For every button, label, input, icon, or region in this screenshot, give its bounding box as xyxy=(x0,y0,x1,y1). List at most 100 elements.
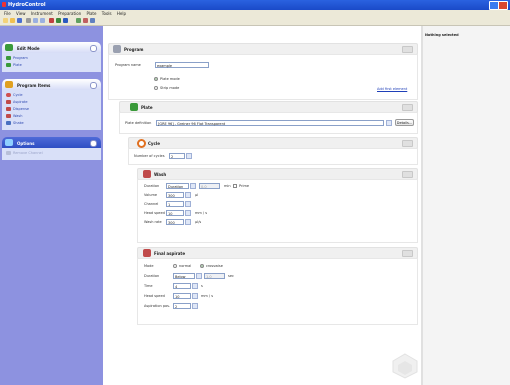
open-folder-icon[interactable] xyxy=(10,18,15,23)
window-title: HydroControl xyxy=(8,2,46,8)
cycle-header-title: Cycle xyxy=(148,141,160,146)
menu-tools[interactable]: Tools xyxy=(102,11,112,16)
sidebar-item-label: Wash xyxy=(13,114,23,118)
paste-icon[interactable] xyxy=(40,18,45,23)
play-icon[interactable] xyxy=(56,18,61,23)
menu-view[interactable]: View xyxy=(16,11,26,16)
menu-preparation[interactable]: Preparation xyxy=(58,11,81,16)
wash-duration-unit: min xyxy=(224,184,231,188)
panel-program-items-header[interactable]: Program Items xyxy=(2,79,101,90)
sidebar-item-wash[interactable]: Wash xyxy=(2,113,101,120)
wash-volume-spinner-icon[interactable] xyxy=(185,192,191,198)
final-duration-select[interactable]: Below xyxy=(173,273,195,279)
wash-volume-input[interactable]: 300 xyxy=(166,192,184,198)
final-aspiration-pos-select[interactable]: 2 xyxy=(173,303,191,309)
undo-icon[interactable] xyxy=(76,18,81,23)
sidebar-item-dispense[interactable]: Dispense xyxy=(2,106,101,113)
cycle-body: Number of cycles 2 xyxy=(128,148,418,165)
final-time-spinner-icon[interactable] xyxy=(192,283,198,289)
sidebar-item-aspirate[interactable]: Aspirate xyxy=(2,99,101,106)
wash-channel-dropdown-icon[interactable] xyxy=(185,201,191,207)
final-time-label: Time xyxy=(144,284,153,288)
strip-mode-radio[interactable] xyxy=(154,86,158,90)
start-icon[interactable] xyxy=(63,18,68,23)
plate-body: Plate definition [GRE 96] - Greiner 96 F… xyxy=(119,112,418,134)
sidebar-item-label: Aspirate xyxy=(13,100,28,104)
final-headspeed-input[interactable]: 10 xyxy=(173,293,191,299)
sidebar-item-label: Shake xyxy=(13,121,24,125)
wash-washrate-input[interactable]: 300 xyxy=(166,219,184,225)
watermark-logo-icon xyxy=(392,353,418,379)
wash-headspeed-input[interactable]: 10 xyxy=(166,210,184,216)
sidebar-item-plate[interactable]: Plate xyxy=(2,62,101,69)
wash-headspeed-spinner-icon[interactable] xyxy=(185,210,191,216)
final-aspirate-collapse-button[interactable] xyxy=(402,250,413,257)
final-duration-num[interactable]: 1.0 xyxy=(204,273,225,279)
cut-icon[interactable] xyxy=(26,18,31,23)
wash-duration-select[interactable]: Duration xyxy=(166,183,189,189)
final-mode-crosswise-radio[interactable] xyxy=(200,264,204,268)
maximize-window-button[interactable] xyxy=(489,1,499,10)
final-headspeed-unit: mm / s xyxy=(201,294,214,298)
sidebar: Edit Mode Program Plate Program Items Cy… xyxy=(0,26,103,385)
menu-instrument[interactable]: Instrument xyxy=(31,11,53,16)
panel-edit-mode-body: Program Plate xyxy=(2,53,101,72)
tool-icon[interactable] xyxy=(83,18,88,23)
final-duration-label: Duration xyxy=(144,274,160,278)
menu-plate[interactable]: Plate xyxy=(86,11,96,16)
properties-pane: Nothing selected xyxy=(423,26,510,385)
stop-icon[interactable] xyxy=(49,18,54,23)
plate-collapse-button[interactable] xyxy=(402,104,413,111)
plate-icon xyxy=(6,63,11,67)
save-icon[interactable] xyxy=(17,18,22,23)
wash-duration-num[interactable]: 0.0 xyxy=(199,183,220,189)
sidebar-item-program[interactable]: Program xyxy=(2,55,101,62)
final-aspiration-pos-label: Aspiration pos. xyxy=(144,304,171,308)
sidebar-item-shake[interactable]: Shake xyxy=(2,120,101,127)
copy-icon[interactable] xyxy=(33,18,38,23)
final-headspeed-spinner-icon[interactable] xyxy=(192,293,198,299)
wash-collapse-button[interactable] xyxy=(402,171,413,178)
settings-icon[interactable] xyxy=(90,18,95,23)
chevron-up-icon[interactable] xyxy=(90,82,97,89)
wash-channel-select[interactable]: 1 xyxy=(166,201,184,207)
properties-status: Nothing selected xyxy=(425,33,459,37)
final-time-input[interactable]: 4 xyxy=(173,283,191,289)
chevron-up-icon[interactable] xyxy=(90,45,97,52)
wash-duration-label: Duration xyxy=(144,184,160,188)
final-mode-crosswise-label: crosswise xyxy=(206,264,223,268)
final-mode-normal-radio[interactable] xyxy=(173,264,177,268)
wash-duration-dropdown-icon[interactable] xyxy=(190,183,196,189)
plate-dropdown-icon[interactable] xyxy=(386,120,392,126)
program-name-input[interactable]: example xyxy=(155,62,209,68)
number-of-cycles-input[interactable]: 2 xyxy=(169,153,185,159)
chevron-up-icon[interactable] xyxy=(90,140,97,147)
cycle-icon xyxy=(6,93,11,97)
plate-definition-select[interactable]: [GRE 96] - Greiner 96 Flat Transparent xyxy=(156,120,384,126)
add-first-element-link[interactable]: Add first element xyxy=(377,87,407,91)
wash-icon xyxy=(6,114,11,118)
close-window-button[interactable] xyxy=(498,1,508,10)
wash-washrate-spinner-icon[interactable] xyxy=(185,219,191,225)
panel-edit-mode-header[interactable]: Edit Mode xyxy=(2,42,101,53)
menu-help[interactable]: Help xyxy=(117,11,126,16)
cycles-spinner-icon[interactable] xyxy=(186,153,192,159)
plate-mode-radio[interactable] xyxy=(154,77,158,81)
final-aspiration-pos-dropdown-icon[interactable] xyxy=(192,303,198,309)
new-file-icon[interactable] xyxy=(3,18,8,23)
final-aspirate-icon xyxy=(143,249,151,257)
wash-volume-label: Volume xyxy=(144,193,158,197)
wash-headspeed-unit: mm / s xyxy=(195,211,208,215)
plate-details-button[interactable]: Details... xyxy=(395,119,414,126)
menu-file[interactable]: File xyxy=(4,11,11,16)
program-collapse-button[interactable] xyxy=(402,46,413,53)
panel-title: Options xyxy=(17,141,35,146)
final-duration-dropdown-icon[interactable] xyxy=(196,273,202,279)
wash-prime-checkbox[interactable] xyxy=(233,184,237,188)
panel-options-header[interactable]: Options xyxy=(2,137,101,148)
app-icon xyxy=(2,2,6,7)
cycle-collapse-button[interactable] xyxy=(402,140,413,147)
cycle-icon xyxy=(137,139,146,148)
final-headspeed-label: Head speed xyxy=(144,294,165,298)
sidebar-item-cycle[interactable]: Cycle xyxy=(2,92,101,99)
